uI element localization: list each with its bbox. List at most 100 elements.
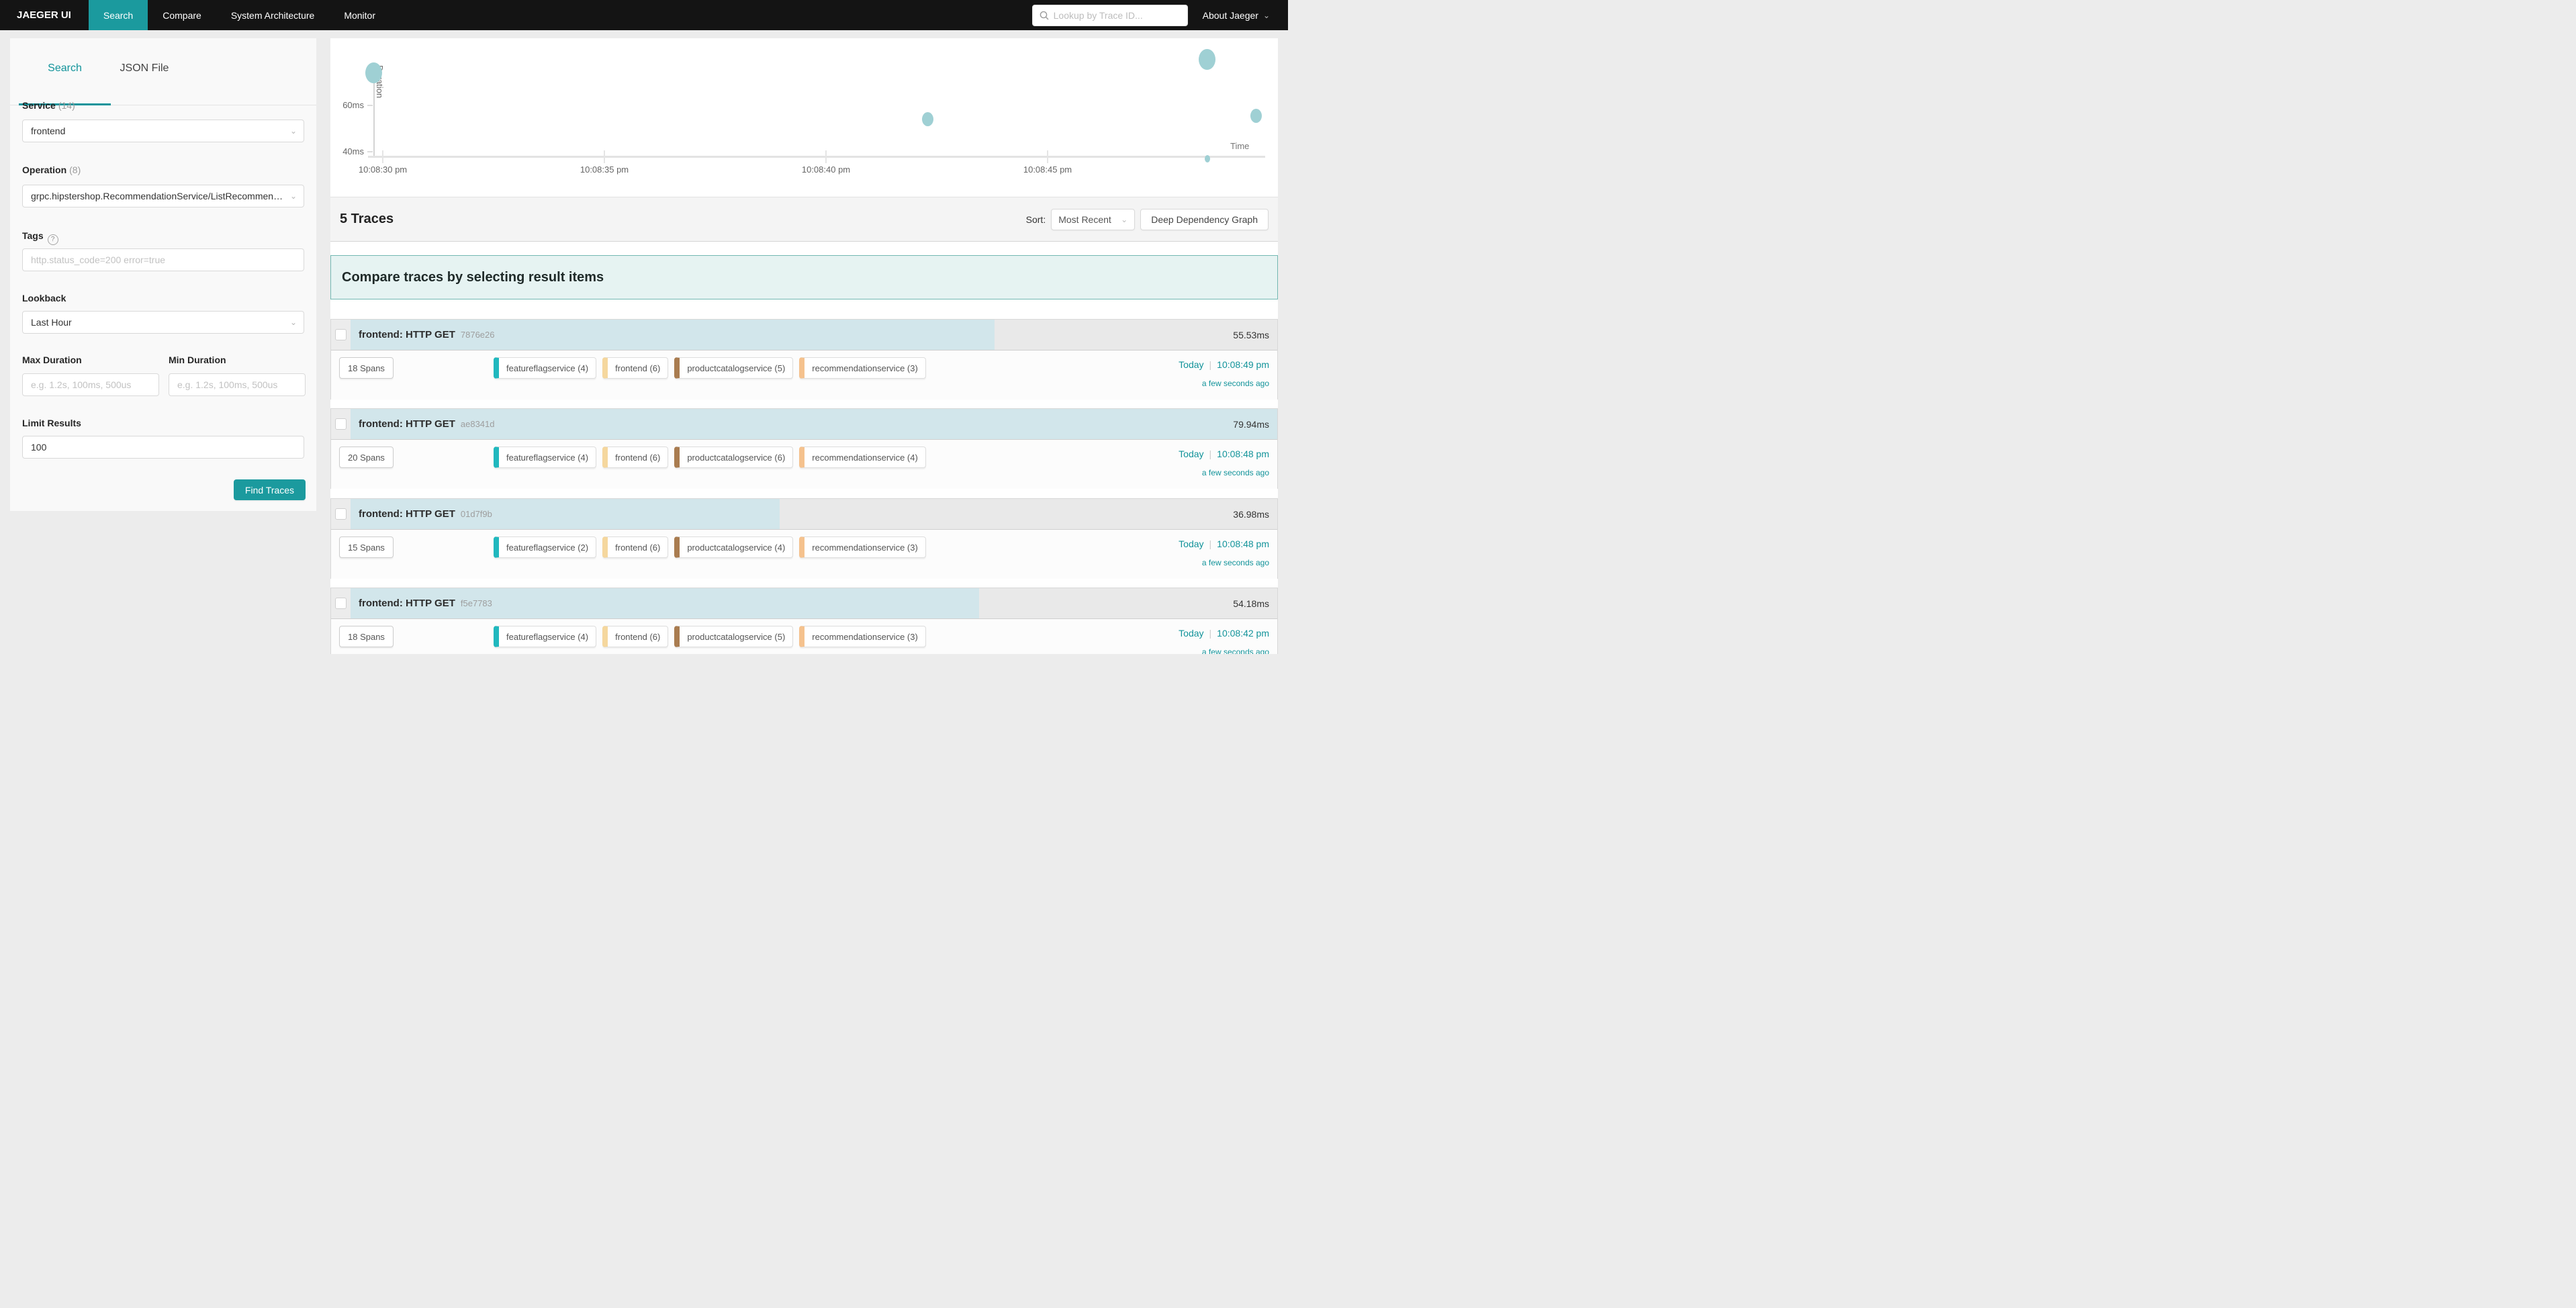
- trace-duration: 79.94ms: [1233, 409, 1269, 439]
- search-sidebar: Search JSON File Service(14) frontend ⌄ …: [10, 38, 316, 511]
- trace-title: frontend: HTTP GET f5e7783: [359, 588, 492, 618]
- scatter-point[interactable]: [1205, 155, 1210, 162]
- trace-select-checkbox[interactable]: [335, 418, 347, 430]
- service-select[interactable]: frontend ⌄: [22, 120, 304, 142]
- trace-card-body: 20 Spans featureflagservice (4) frontend…: [331, 440, 1277, 489]
- service-tag-chip: productcatalogservice (5): [674, 626, 793, 647]
- trace-lookup-input[interactable]: [1054, 10, 1181, 21]
- service-label: Service(14): [22, 100, 304, 111]
- trace-result-card[interactable]: frontend: HTTP GET f5e7783 54.18ms 18 Sp…: [330, 588, 1278, 654]
- trace-select-checkbox[interactable]: [335, 598, 347, 609]
- trace-card-header[interactable]: frontend: HTTP GET f5e7783 54.18ms: [331, 588, 1277, 619]
- nav-tab-monitor[interactable]: Monitor: [329, 0, 390, 30]
- trace-relative-time: a few seconds ago: [1202, 468, 1269, 477]
- scatter-point[interactable]: [1199, 49, 1215, 70]
- operation-select[interactable]: grpc.hipstershop.RecommendationService/L…: [22, 185, 304, 207]
- lookback-label: Lookback: [22, 293, 304, 303]
- tab-json-file[interactable]: JSON File: [101, 62, 188, 79]
- compare-banner: Compare traces by selecting result items: [330, 255, 1278, 299]
- jaeger-search-page: JAEGER UI Search Compare System Architec…: [0, 0, 1288, 654]
- scatter-point[interactable]: [1250, 109, 1262, 123]
- max-duration-input[interactable]: [22, 373, 159, 396]
- trace-id: 01d7f9b: [461, 509, 492, 519]
- max-duration-label: Max Duration: [22, 355, 159, 365]
- trace-duration: 36.98ms: [1233, 499, 1269, 529]
- search-results-main: 60ms 40ms 10:08:30 pm 10:08:35 pm 10:08:…: [330, 38, 1278, 654]
- trace-duration: 55.53ms: [1233, 320, 1269, 350]
- trace-relative-time: a few seconds ago: [1202, 558, 1269, 567]
- trace-card-header[interactable]: frontend: HTTP GET 01d7f9b 36.98ms: [331, 499, 1277, 530]
- trace-day-link[interactable]: Today: [1179, 628, 1203, 639]
- service-tag-chip: frontend (6): [602, 357, 668, 379]
- checkbox-gutter: [331, 409, 351, 439]
- nav-tab-system-architecture[interactable]: System Architecture: [216, 0, 330, 30]
- service-tag-chip: productcatalogservice (5): [674, 357, 793, 379]
- trace-title: frontend: HTTP GET 01d7f9b: [359, 499, 492, 529]
- trace-card-header[interactable]: frontend: HTTP GET 7876e26 55.53ms: [331, 320, 1277, 351]
- service-tag-chip: recommendationservice (3): [799, 536, 926, 558]
- chevron-down-icon: ⌄: [1121, 216, 1128, 224]
- nav-tab-search[interactable]: Search: [89, 0, 148, 30]
- meta-separator: |: [1209, 628, 1212, 639]
- trace-title: frontend: HTTP GET 7876e26: [359, 320, 495, 350]
- tab-search[interactable]: Search: [19, 62, 111, 79]
- service-count: (14): [58, 100, 75, 111]
- trace-result-card[interactable]: frontend: HTTP GET 7876e26 55.53ms 18 Sp…: [330, 319, 1278, 400]
- trace-service-operation: frontend: HTTP GET: [359, 508, 455, 520]
- find-traces-button[interactable]: Find Traces: [234, 479, 306, 500]
- trace-result-card[interactable]: frontend: HTTP GET ae8341d 79.94ms 20 Sp…: [330, 408, 1278, 489]
- service-select-wrap: frontend ⌄: [22, 120, 304, 142]
- operation-field-group: Operation(8): [22, 165, 304, 175]
- trace-day-link[interactable]: Today: [1179, 539, 1203, 549]
- trace-select-checkbox[interactable]: [335, 508, 347, 520]
- trace-day-link[interactable]: Today: [1179, 359, 1203, 370]
- scatter-point[interactable]: [365, 62, 382, 83]
- min-duration-input-wrap: [169, 373, 306, 396]
- trace-card-body: 18 Spans featureflagservice (4) frontend…: [331, 619, 1277, 654]
- trace-relative-time: a few seconds ago: [1202, 379, 1269, 388]
- operation-label: Operation(8): [22, 165, 304, 175]
- tags-input[interactable]: [22, 248, 304, 271]
- limit-results-input[interactable]: [22, 436, 304, 459]
- tags-label: Tags?: [22, 230, 304, 245]
- chevron-down-icon: ⌄: [290, 318, 297, 326]
- trace-result-card[interactable]: frontend: HTTP GET 01d7f9b 36.98ms 15 Sp…: [330, 498, 1278, 579]
- about-jaeger-menu[interactable]: About Jaeger ⌄: [1203, 10, 1270, 21]
- span-count-chip: 18 Spans: [339, 626, 394, 647]
- trace-time-link[interactable]: 10:08:42 pm: [1217, 628, 1269, 639]
- meta-separator: |: [1209, 449, 1212, 459]
- trace-time-link[interactable]: 10:08:48 pm: [1217, 449, 1269, 459]
- nav-tab-compare[interactable]: Compare: [148, 0, 216, 30]
- sort-value: Most Recent: [1058, 214, 1111, 225]
- lookback-value: Last Hour: [31, 317, 295, 328]
- operation-count: (8): [69, 165, 81, 175]
- trace-id: f5e7783: [461, 598, 492, 608]
- brand-jaeger-ui[interactable]: JAEGER UI: [0, 0, 89, 30]
- trace-day-link[interactable]: Today: [1179, 449, 1203, 459]
- help-icon[interactable]: ?: [48, 234, 58, 245]
- service-tag-chip: productcatalogservice (4): [674, 536, 793, 558]
- min-duration-input[interactable]: [169, 373, 306, 396]
- checkbox-gutter: [331, 320, 351, 350]
- trace-select-checkbox[interactable]: [335, 329, 347, 340]
- sort-select[interactable]: Most Recent ⌄: [1051, 209, 1135, 230]
- operation-value: grpc.hipstershop.RecommendationService/L…: [31, 191, 295, 201]
- service-tag-chip: recommendationservice (3): [799, 357, 926, 379]
- service-tag-chip: productcatalogservice (6): [674, 447, 793, 468]
- trace-card-body: 18 Spans featureflagservice (4) frontend…: [331, 351, 1277, 400]
- service-tags-row: featureflagservice (4) frontend (6) prod…: [494, 447, 926, 468]
- trace-time-link[interactable]: 10:08:48 pm: [1217, 539, 1269, 549]
- service-value: frontend: [31, 126, 295, 136]
- service-tag-chip: recommendationservice (4): [799, 447, 926, 468]
- trace-time-link[interactable]: 10:08:49 pm: [1217, 359, 1269, 370]
- trace-card-body: 15 Spans featureflagservice (2) frontend…: [331, 530, 1277, 579]
- lookback-select[interactable]: Last Hour ⌄: [22, 311, 304, 334]
- deep-dependency-graph-button[interactable]: Deep Dependency Graph: [1140, 209, 1269, 230]
- scatter-points-layer: [330, 38, 1278, 191]
- compare-banner-text: Compare traces by selecting result items: [342, 270, 604, 285]
- trace-service-operation: frontend: HTTP GET: [359, 329, 455, 340]
- service-tags-row: featureflagservice (4) frontend (6) prod…: [494, 357, 926, 379]
- trace-card-header[interactable]: frontend: HTTP GET ae8341d 79.94ms: [331, 409, 1277, 440]
- limit-results-input-wrap: [22, 436, 304, 459]
- scatter-point[interactable]: [922, 112, 933, 126]
